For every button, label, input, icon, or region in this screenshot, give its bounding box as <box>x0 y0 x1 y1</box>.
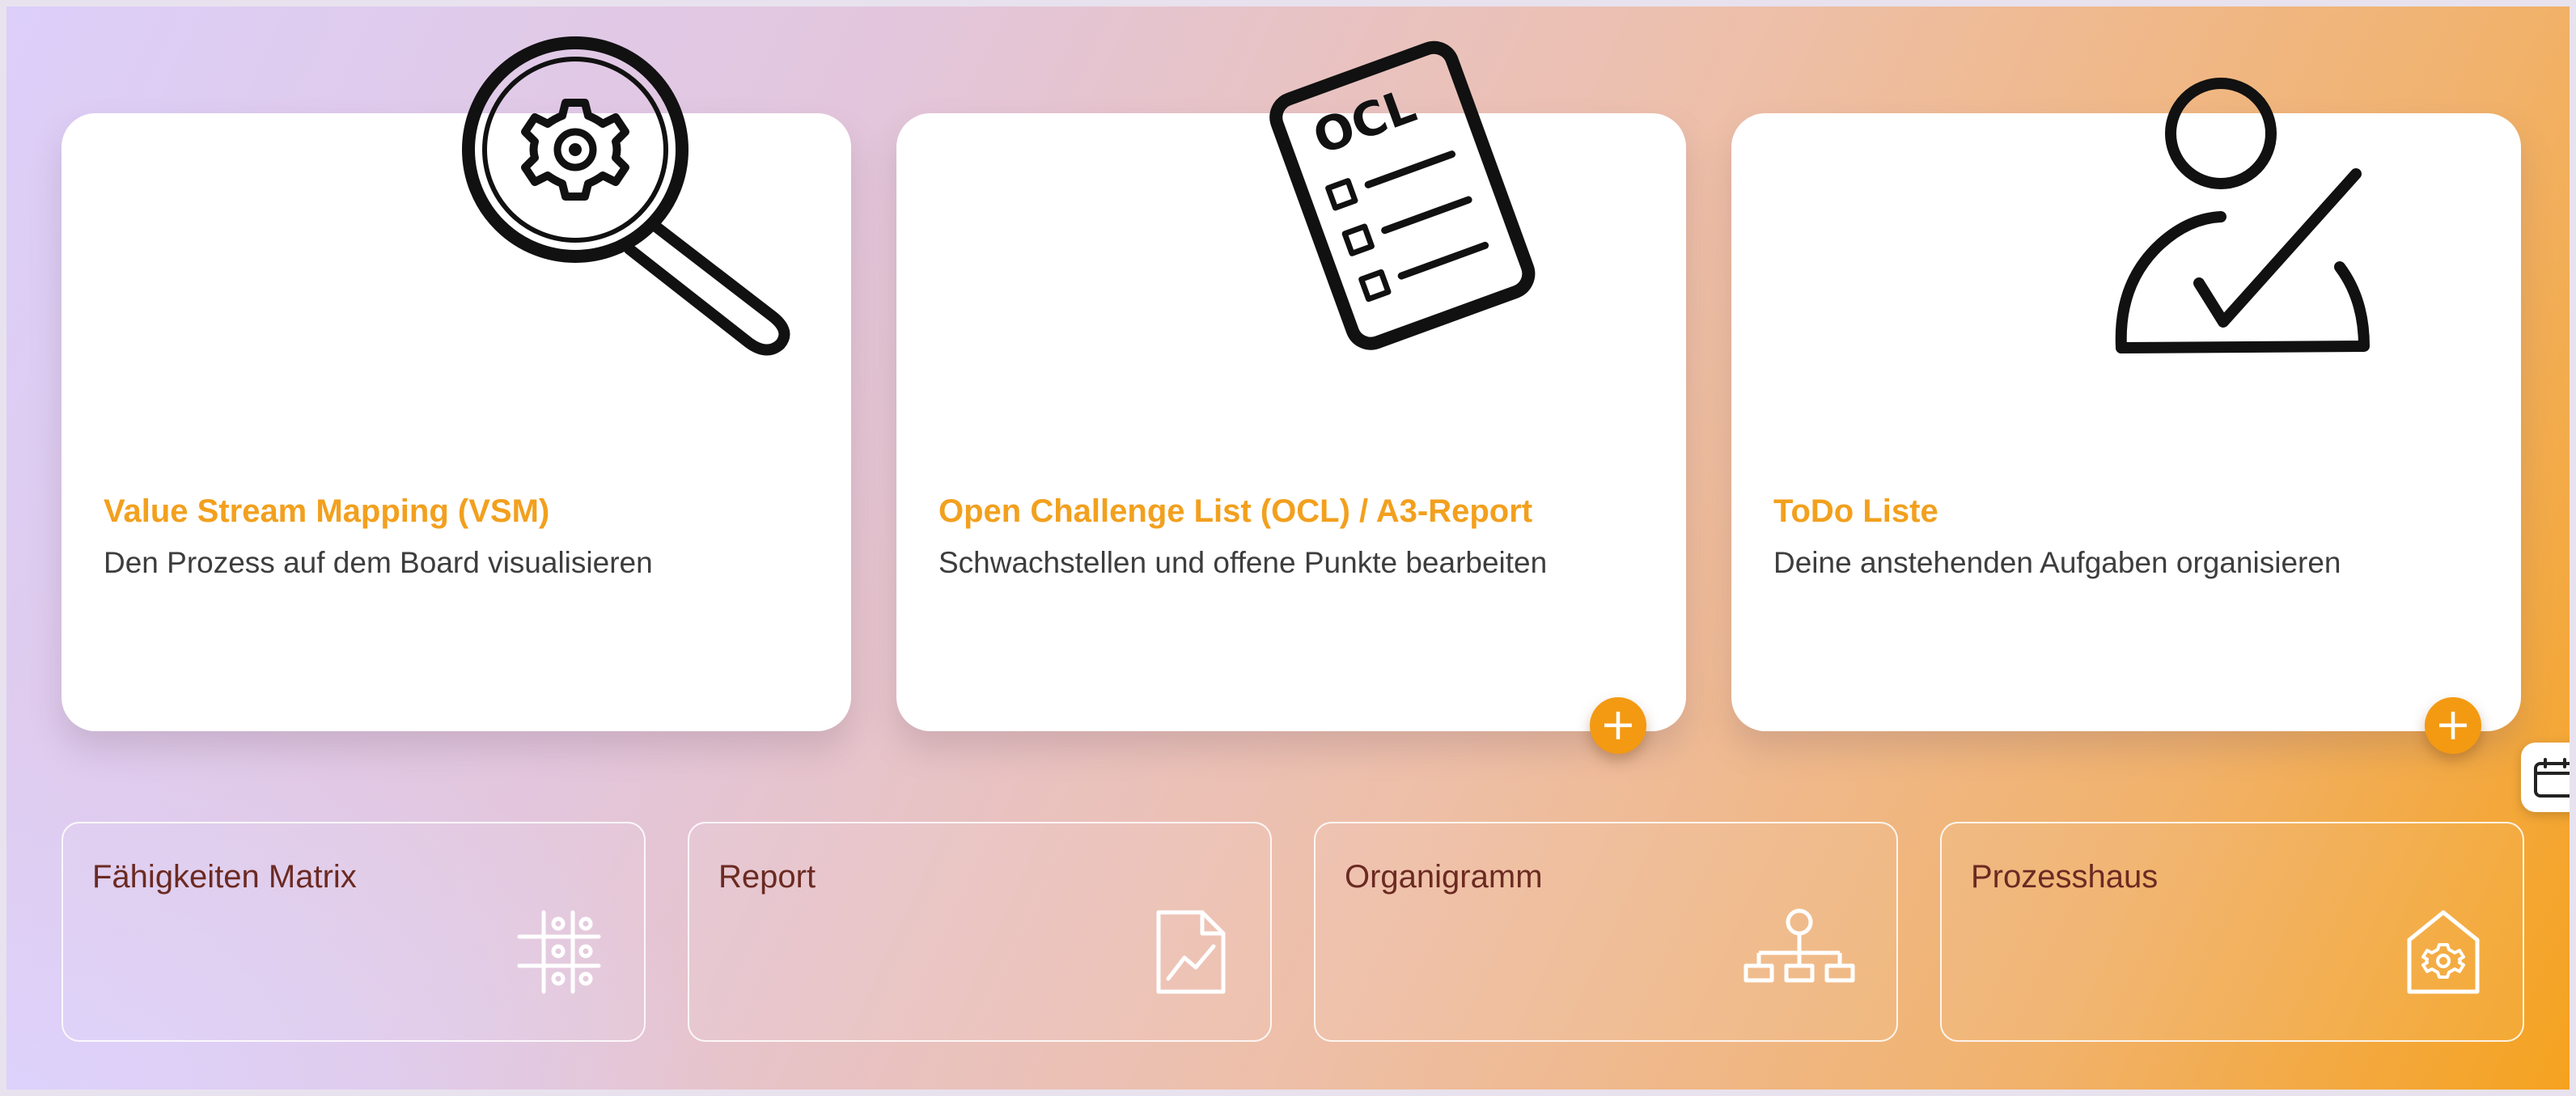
process-house-icon <box>2407 910 2480 994</box>
calendar-side-button[interactable] <box>2521 743 2576 812</box>
card-value-stream-mapping[interactable]: Value Stream Mapping (VSM) Den Prozess a… <box>61 36 851 731</box>
card-subtitle: Schwachstellen und offene Punkte bearbei… <box>938 546 1548 579</box>
tile-label: Prozesshaus <box>1971 859 2159 895</box>
person-check-icon <box>2115 78 2370 353</box>
tile-label: Report <box>718 859 816 895</box>
todo-add-button[interactable]: + <box>2425 697 2481 754</box>
matrix-grid-icon <box>517 910 601 994</box>
org-chart-icon <box>1743 908 1855 983</box>
tile-report[interactable]: Report <box>688 822 1272 1042</box>
ocl-add-button[interactable]: + <box>1590 697 1646 754</box>
report-chart-icon <box>1156 910 1226 994</box>
tile-faehigkeiten-matrix[interactable]: Fähigkeiten Matrix <box>61 822 646 1042</box>
ocl-checklist-icon: OCL <box>1269 40 1536 350</box>
calendar-icon <box>2534 758 2576 798</box>
card-todo-liste[interactable]: ToDo Liste Deine anstehenden Aufgaben or… <box>1731 78 2521 731</box>
card-title: Open Challenge List (OCL) / A3-Report <box>938 493 1533 529</box>
tile-label: Organigramm <box>1345 859 1543 895</box>
card-open-challenge-list[interactable]: OCL Open Challenge List (OCL) / A3-Repor… <box>896 40 1686 731</box>
card-title: ToDo Liste <box>1773 493 1938 529</box>
tile-organigramm[interactable]: Organigramm <box>1314 822 1898 1042</box>
magnifier-gear-icon <box>462 36 790 356</box>
card-subtitle: Den Prozess auf dem Board visualisieren <box>104 546 653 579</box>
tile-prozesshaus[interactable]: Prozesshaus <box>1940 822 2524 1042</box>
card-title: Value Stream Mapping (VSM) <box>104 493 550 529</box>
card-subtitle: Deine anstehenden Aufgaben organisieren <box>1773 546 2341 579</box>
tile-label: Fähigkeiten Matrix <box>92 859 357 895</box>
